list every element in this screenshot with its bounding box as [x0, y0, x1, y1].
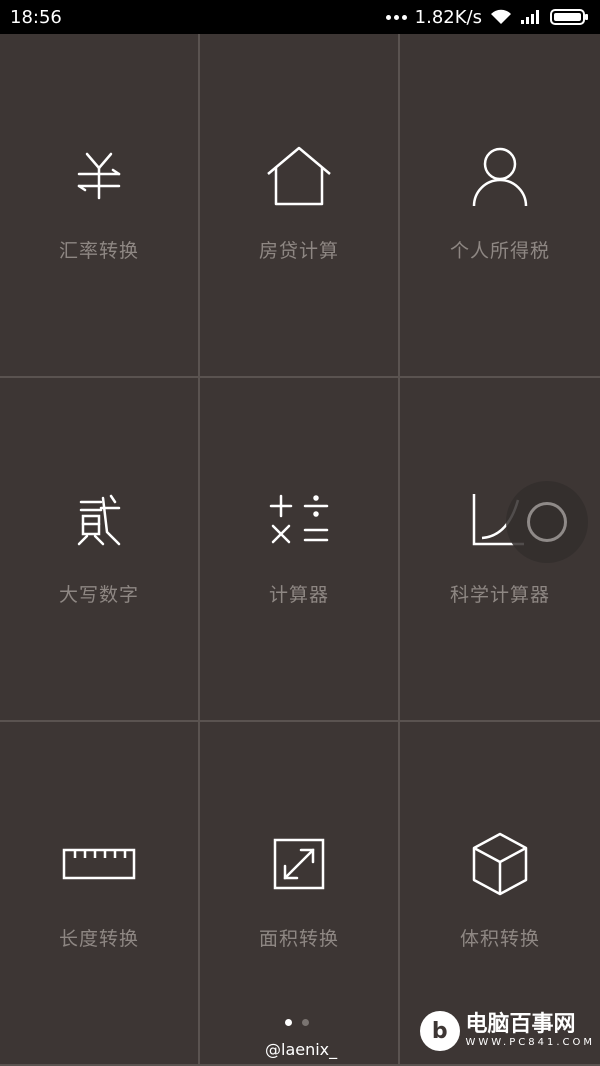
tool-label: 汇率转换: [58, 240, 139, 262]
watermark-url: WWW.PC841.COM: [465, 1037, 595, 1048]
status-bar: 18:56 1.82K/s: [0, 0, 600, 34]
battery-icon: [550, 9, 588, 25]
tool-label: 计算器: [268, 584, 329, 606]
tool-label: 面积转换: [258, 928, 339, 950]
watermark: b 电脑百事网 WWW.PC841.COM: [420, 1006, 595, 1056]
tool-capital-number[interactable]: 大写数字: [0, 378, 200, 722]
author-handle: @laenix_: [265, 1040, 338, 1059]
signal-icon: [521, 10, 539, 24]
calculator-icon: [259, 480, 339, 560]
status-right: 1.82K/s: [385, 6, 590, 28]
page-indicator[interactable]: [285, 1019, 309, 1026]
tool-label: 长度转换: [58, 928, 139, 950]
network-speed: 1.82K/s: [414, 6, 482, 28]
wifi-icon: [491, 9, 511, 24]
tool-calculator[interactable]: 计算器: [200, 378, 400, 722]
capital-number-icon: [59, 480, 139, 560]
watermark-logo: b: [420, 1011, 460, 1051]
tool-length-conversion[interactable]: 长度转换: [0, 722, 200, 1066]
ruler-icon: [59, 824, 139, 904]
exchange-rate-icon: [59, 136, 139, 216]
house-icon: [259, 136, 339, 216]
notification-dots-icon: [385, 14, 407, 20]
watermark-text: 电脑百事网 WWW.PC841.COM: [466, 1013, 595, 1049]
cube-icon: [460, 824, 540, 904]
tool-label: 房贷计算: [258, 240, 339, 262]
area-expand-icon: [259, 824, 339, 904]
watermark-title: 电脑百事网: [465, 1012, 576, 1037]
tool-label: 科学计算器: [449, 584, 550, 606]
person-icon: [460, 136, 540, 216]
tool-label: 个人所得税: [449, 240, 550, 262]
page-dot-active: [285, 1019, 292, 1026]
tool-label: 大写数字: [58, 584, 139, 606]
tool-income-tax[interactable]: 个人所得税: [400, 34, 600, 378]
floating-ball-button[interactable]: [506, 481, 588, 563]
tool-mortgage[interactable]: 房贷计算: [200, 34, 400, 378]
tools-grid: 汇率转换 房贷计算 个人所得税 大写数字 计算器 科学计算器 长度转换 面积转换…: [0, 34, 600, 1066]
floating-ball-ring-icon: [527, 502, 567, 542]
page-dot: [302, 1019, 309, 1026]
tool-label: 体积转换: [459, 928, 540, 950]
status-time: 18:56: [10, 6, 62, 28]
tool-exchange-rate[interactable]: 汇率转换: [0, 34, 200, 378]
tool-area-conversion[interactable]: 面积转换: [200, 722, 400, 1066]
